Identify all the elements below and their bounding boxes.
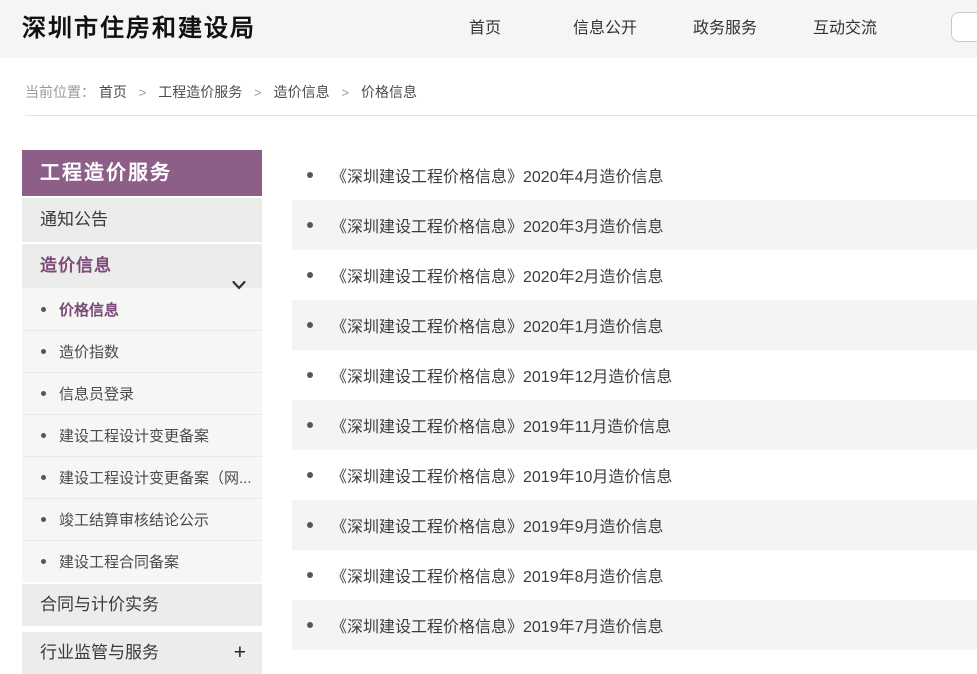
bullet-icon bbox=[307, 222, 313, 228]
list-item-link[interactable]: 《深圳建设工程价格信息》2020年2月造价信息 bbox=[331, 263, 664, 287]
sidebar-item-label: 建设工程合同备案 bbox=[59, 551, 179, 572]
search-box[interactable] bbox=[951, 12, 977, 42]
nav-item-gov-services[interactable]: 政务服务 bbox=[665, 0, 785, 58]
sidebar-item-label: 竣工结算审核结论公示 bbox=[59, 509, 209, 530]
bullet-icon bbox=[307, 322, 313, 328]
list-item: 《深圳建设工程价格信息》2019年11月造价信息 bbox=[292, 400, 977, 450]
sidebar-item-price-info[interactable]: 价格信息 bbox=[22, 288, 262, 330]
list-item-link[interactable]: 《深圳建设工程价格信息》2019年9月造价信息 bbox=[331, 513, 664, 537]
bullet-icon bbox=[41, 559, 46, 564]
site-title: 深圳市住房和建设局 bbox=[22, 0, 256, 58]
list-item-link[interactable]: 《深圳建设工程价格信息》2019年11月造价信息 bbox=[331, 413, 671, 437]
bullet-icon bbox=[307, 272, 313, 278]
breadcrumb-link-cost-info[interactable]: 造价信息 bbox=[274, 84, 330, 100]
list-item-link[interactable]: 《深圳建设工程价格信息》2020年3月造价信息 bbox=[331, 213, 664, 237]
bullet-icon bbox=[41, 475, 46, 480]
list-item-link[interactable]: 《深圳建设工程价格信息》2019年12月造价信息 bbox=[331, 363, 672, 387]
list-item: 《深圳建设工程价格信息》2020年3月造价信息 bbox=[292, 200, 977, 250]
list-item-link[interactable]: 《深圳建设工程价格信息》2020年4月造价信息 bbox=[331, 163, 664, 187]
bullet-icon bbox=[307, 372, 313, 378]
bullet-icon bbox=[307, 522, 313, 528]
sidebar-item-label: 造价信息 bbox=[40, 256, 112, 275]
plus-icon: + bbox=[234, 632, 246, 674]
bullet-icon bbox=[307, 472, 313, 478]
breadcrumb: 当前位置： 首页 > 工程造价服务 > 造价信息 > 价格信息 bbox=[25, 82, 417, 102]
bullet-icon bbox=[307, 622, 313, 628]
page-header: 深圳市住房和建设局 首页 信息公开 政务服务 互动交流 bbox=[0, 0, 977, 58]
sidebar-item-label: 建设工程设计变更备案（网... bbox=[59, 467, 252, 488]
sidebar-item-label: 造价指数 bbox=[59, 341, 119, 362]
bullet-icon bbox=[41, 433, 46, 438]
list-item-link[interactable]: 《深圳建设工程价格信息》2020年1月造价信息 bbox=[331, 313, 664, 337]
bullet-icon bbox=[41, 349, 46, 354]
sidebar-item-label: 价格信息 bbox=[59, 299, 119, 320]
list-item: 《深圳建设工程价格信息》2020年4月造价信息 bbox=[292, 150, 977, 200]
bullet-icon bbox=[307, 422, 313, 428]
sidebar-item-cost-info[interactable]: 造价信息 bbox=[22, 244, 262, 288]
sidebar-item-industry-supervision[interactable]: 行业监管与服务 + bbox=[22, 632, 262, 674]
breadcrumb-link-price-info[interactable]: 价格信息 bbox=[361, 84, 417, 100]
sidebar-item-construction-contract-filing[interactable]: 建设工程合同备案 bbox=[22, 540, 262, 582]
sidebar-item-contract-practice[interactable]: 合同与计价实务 bbox=[22, 584, 262, 626]
sidebar-item-design-change-filing[interactable]: 建设工程设计变更备案 bbox=[22, 414, 262, 456]
list-item: 《深圳建设工程价格信息》2020年2月造价信息 bbox=[292, 250, 977, 300]
list-item: 《深圳建设工程价格信息》2019年9月造价信息 bbox=[292, 500, 977, 550]
sidebar-item-label: 行业监管与服务 bbox=[40, 643, 159, 662]
list-item-link[interactable]: 《深圳建设工程价格信息》2019年10月造价信息 bbox=[331, 463, 672, 487]
breadcrumb-label: 当前位置： bbox=[25, 84, 95, 100]
list-item: 《深圳建设工程价格信息》2019年12月造价信息 bbox=[292, 350, 977, 400]
article-list: 《深圳建设工程价格信息》2020年4月造价信息 《深圳建设工程价格信息》2020… bbox=[292, 150, 977, 650]
list-item: 《深圳建设工程价格信息》2020年1月造价信息 bbox=[292, 300, 977, 350]
breadcrumb-separator: > bbox=[139, 85, 147, 100]
sidebar-item-label: 建设工程设计变更备案 bbox=[59, 425, 209, 446]
sidebar-item-label: 信息员登录 bbox=[59, 383, 134, 404]
list-item-link[interactable]: 《深圳建设工程价格信息》2019年8月造价信息 bbox=[331, 563, 664, 587]
bullet-icon bbox=[41, 307, 46, 312]
list-item: 《深圳建设工程价格信息》2019年7月造价信息 bbox=[292, 600, 977, 650]
header-divider bbox=[25, 115, 977, 116]
nav-item-home[interactable]: 首页 bbox=[425, 0, 545, 58]
bullet-icon bbox=[41, 391, 46, 396]
sidebar-item-completion-settlement-publicity[interactable]: 竣工结算审核结论公示 bbox=[22, 498, 262, 540]
list-item: 《深圳建设工程价格信息》2019年10月造价信息 bbox=[292, 450, 977, 500]
sidebar-item-cost-index[interactable]: 造价指数 bbox=[22, 330, 262, 372]
breadcrumb-separator: > bbox=[342, 85, 350, 100]
sidebar-item-design-change-filing-online[interactable]: 建设工程设计变更备案（网... bbox=[22, 456, 262, 498]
sidebar-submenu: 价格信息 造价指数 信息员登录 建设工程设计变更备案 建设工程设计变更备案（网.… bbox=[22, 288, 262, 582]
nav-item-info-disclosure[interactable]: 信息公开 bbox=[545, 0, 665, 58]
sidebar-title: 工程造价服务 bbox=[22, 150, 262, 196]
nav-item-interaction[interactable]: 互动交流 bbox=[785, 0, 905, 58]
bullet-icon bbox=[307, 572, 313, 578]
sidebar: 工程造价服务 通知公告 造价信息 价格信息 造价指数 信息员登录 建设工程设计变… bbox=[22, 150, 262, 674]
sidebar-item-informant-login[interactable]: 信息员登录 bbox=[22, 372, 262, 414]
breadcrumb-separator: > bbox=[254, 85, 262, 100]
breadcrumb-link-cost-services[interactable]: 工程造价服务 bbox=[158, 84, 242, 100]
list-item-link[interactable]: 《深圳建设工程价格信息》2019年7月造价信息 bbox=[331, 613, 664, 637]
bullet-icon bbox=[41, 517, 46, 522]
sidebar-item-notices[interactable]: 通知公告 bbox=[22, 198, 262, 242]
main-nav: 首页 信息公开 政务服务 互动交流 bbox=[425, 0, 905, 58]
bullet-icon bbox=[307, 172, 313, 178]
list-item: 《深圳建设工程价格信息》2019年8月造价信息 bbox=[292, 550, 977, 600]
breadcrumb-link-home[interactable]: 首页 bbox=[99, 84, 127, 100]
